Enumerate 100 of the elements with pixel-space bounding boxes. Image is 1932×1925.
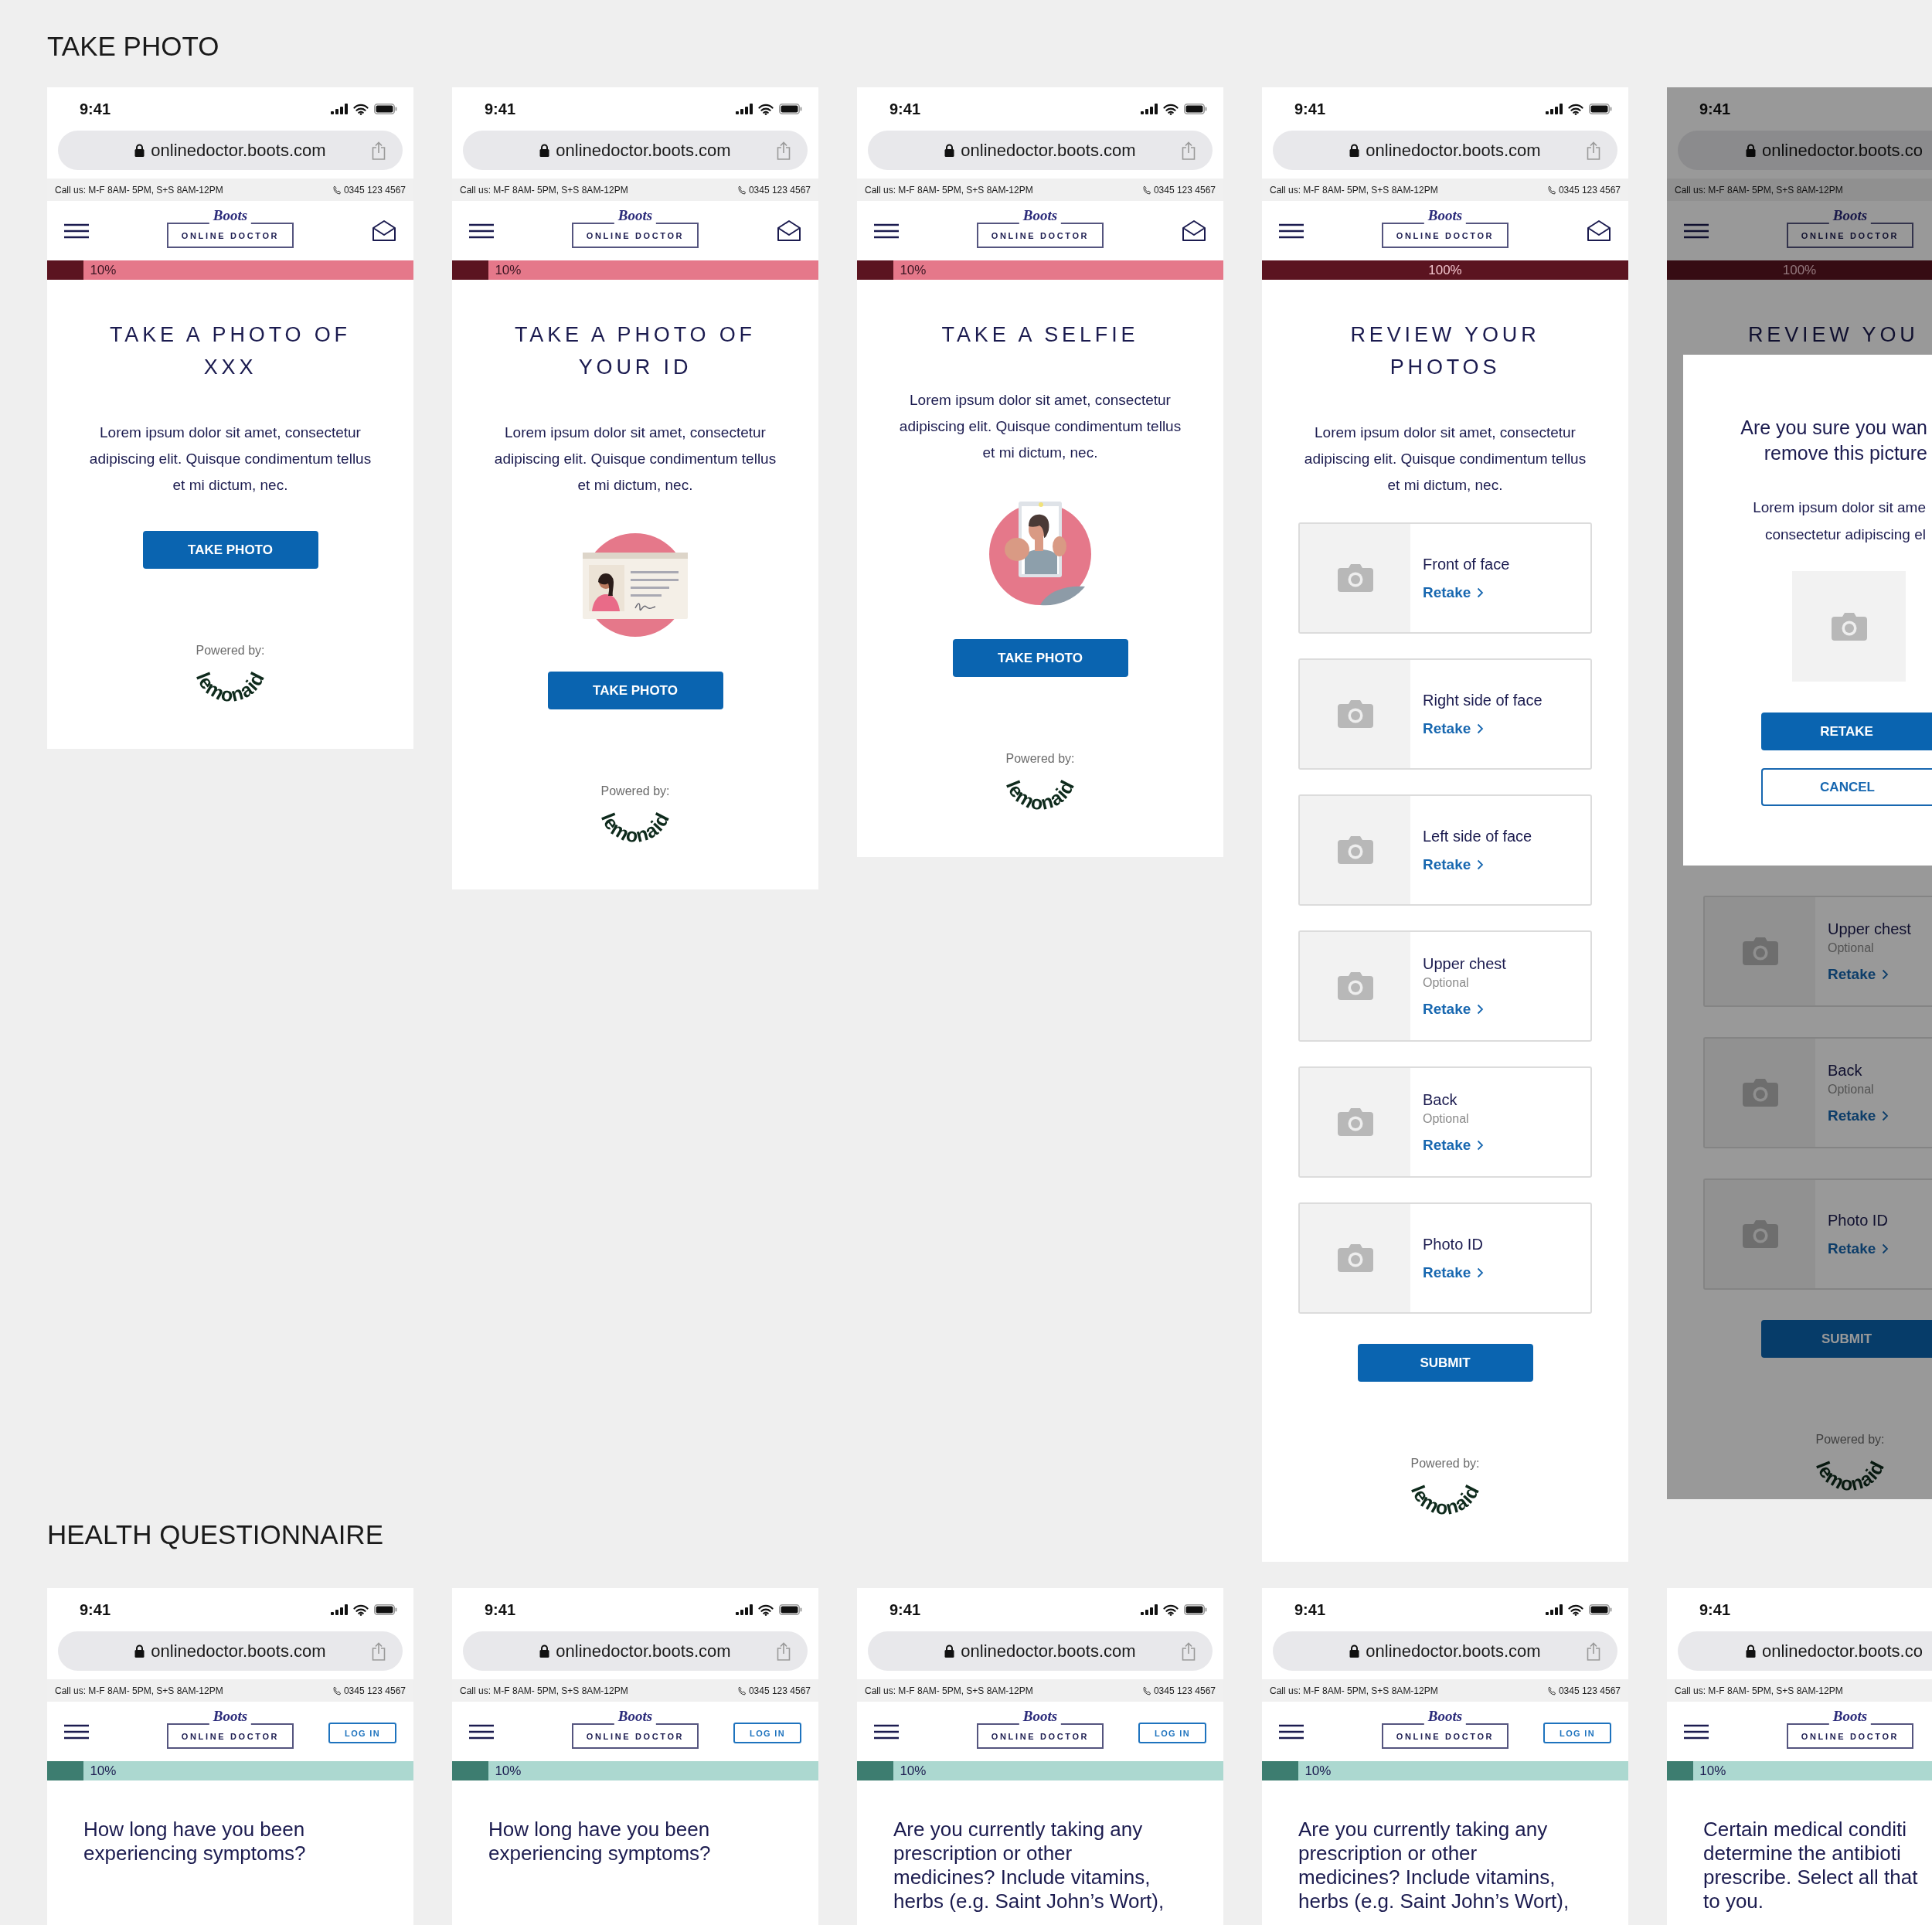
body-text: Lorem ipsum dolor sit amet, consectetur adipiscing elit. Quisque condimentum tellus et mi dictum, nec. bbox=[88, 423, 372, 495]
phone-number: 0345 123 4567 bbox=[748, 184, 811, 196]
signal-icon bbox=[1546, 1604, 1563, 1615]
logo-badge: ONLINE DOCTOR bbox=[1787, 223, 1913, 248]
battery-icon bbox=[1184, 104, 1207, 114]
envelope-icon[interactable] bbox=[1587, 219, 1611, 243]
login-button[interactable]: LOG IN bbox=[328, 1723, 396, 1743]
battery-icon bbox=[1184, 1604, 1207, 1615]
address-bar[interactable]: onlinedoctor.boots.com bbox=[463, 131, 808, 170]
camera-icon bbox=[1336, 971, 1374, 1001]
menu-icon[interactable] bbox=[1684, 1723, 1709, 1740]
login-button[interactable]: LOG IN bbox=[1138, 1723, 1206, 1743]
camera-icon bbox=[1830, 611, 1868, 641]
progress-label: 10% bbox=[89, 1763, 117, 1779]
retake-link[interactable]: Retake bbox=[1423, 1263, 1485, 1281]
menu-icon[interactable] bbox=[469, 223, 494, 239]
section-title: HEALTH QUESTIONNAIRE bbox=[47, 1519, 384, 1550]
logo-badge: ONLINE DOCTOR bbox=[1382, 223, 1509, 248]
camera-icon bbox=[1336, 1243, 1374, 1273]
screen-title: REVIEW YOU bbox=[1748, 322, 1919, 348]
address-bar[interactable]: onlinedoctor.boots.com bbox=[868, 1631, 1213, 1671]
photo-label: Photo ID bbox=[1423, 1235, 1483, 1253]
submit-button[interactable]: SUBMIT bbox=[1761, 1320, 1932, 1358]
retake-link[interactable]: Retake bbox=[1828, 1240, 1889, 1257]
retake-button[interactable]: RETAKE bbox=[1761, 713, 1932, 750]
lock-icon bbox=[1746, 144, 1756, 157]
camera-icon bbox=[1336, 1107, 1374, 1137]
login-button[interactable]: LOG IN bbox=[733, 1723, 801, 1743]
lock-icon bbox=[1746, 1644, 1756, 1658]
photo-label: Front of face bbox=[1423, 555, 1510, 573]
partner-wordmark: lemonaid bbox=[1811, 1457, 1889, 1495]
retake-link[interactable]: Retake bbox=[1828, 965, 1889, 983]
status-time: 9:41 bbox=[80, 100, 111, 118]
opening-hours: Call us: M-F 8AM- 5PM, S+S 8AM-12PM bbox=[460, 184, 628, 196]
retake-link[interactable]: Retake bbox=[1423, 583, 1485, 601]
powered-by-text: Powered by: bbox=[1410, 1457, 1480, 1471]
dialog-text: Lorem ipsum dolor sit ame consectetur adipiscing el bbox=[1752, 498, 1927, 544]
address-bar[interactable]: onlinedoctor.boots.com bbox=[868, 131, 1213, 170]
opening-hours: Call us: M-F 8AM- 5PM, S+S 8AM-12PM bbox=[55, 184, 223, 196]
phone-icon bbox=[332, 185, 341, 195]
envelope-icon[interactable] bbox=[777, 219, 801, 243]
progress-label: 100% bbox=[1782, 262, 1817, 278]
chevron-icon bbox=[1882, 1243, 1889, 1254]
chevron-icon bbox=[1477, 723, 1485, 734]
optional-note: Optional bbox=[1828, 1082, 1874, 1097]
progress-label: 10% bbox=[1304, 1763, 1332, 1779]
phone-icon bbox=[737, 1685, 746, 1695]
envelope-icon[interactable] bbox=[1182, 219, 1206, 243]
opening-hours: Call us: M-F 8AM- 5PM, S+S 8AM-12PM bbox=[55, 1685, 223, 1696]
partner-wordmark: lemonaid bbox=[192, 668, 269, 706]
address-bar[interactable]: onlinedoctor.boots.com bbox=[58, 1631, 403, 1671]
menu-icon[interactable] bbox=[1279, 1723, 1304, 1740]
optional-note: Optional bbox=[1423, 975, 1469, 990]
body-text: Lorem ipsum dolor sit amet, consectetur adipiscing elit. Quisque condimentum tellus et mi dictum, nec. bbox=[493, 423, 777, 495]
lock-icon bbox=[539, 144, 550, 157]
cancel-button[interactable]: CANCEL bbox=[1761, 768, 1932, 806]
envelope-icon[interactable] bbox=[372, 219, 396, 243]
address-bar[interactable]: onlinedoctor.boots.com bbox=[58, 131, 403, 170]
menu-icon[interactable] bbox=[874, 223, 899, 239]
retake-link[interactable]: Retake bbox=[1423, 719, 1485, 737]
address-bar[interactable]: onlinedoctor.boots.co bbox=[1678, 1631, 1932, 1671]
menu-icon[interactable] bbox=[874, 1723, 899, 1740]
optional-note: Optional bbox=[1423, 1111, 1469, 1126]
photo-label: Photo ID bbox=[1828, 1211, 1888, 1229]
login-button[interactable]: LOG IN bbox=[1543, 1723, 1611, 1743]
photo-label: Back bbox=[1828, 1061, 1862, 1080]
menu-icon[interactable] bbox=[1684, 223, 1709, 239]
menu-icon[interactable] bbox=[1279, 223, 1304, 239]
wifi-icon bbox=[1163, 103, 1179, 115]
menu-icon[interactable] bbox=[64, 1723, 89, 1740]
menu-icon[interactable] bbox=[64, 223, 89, 239]
take-photo-button[interactable]: TAKE PHOTO bbox=[142, 531, 318, 569]
address-bar[interactable]: onlinedoctor.boots.com bbox=[463, 1631, 808, 1671]
address-bar[interactable]: onlinedoctor.boots.com bbox=[1273, 131, 1617, 170]
signal-icon bbox=[736, 104, 753, 114]
chevron-icon bbox=[1477, 1003, 1485, 1015]
take-photo-button[interactable]: TAKE PHOTO bbox=[952, 639, 1128, 677]
question-text: Are you currently taking any prescription or other medicines? Include vitamins, herbs (e.g. Saint John’s Wort), bbox=[1298, 1818, 1570, 1913]
status-time: 9:41 bbox=[889, 100, 921, 118]
submit-button[interactable]: SUBMIT bbox=[1357, 1344, 1533, 1382]
lock-icon bbox=[1349, 144, 1360, 157]
lock-icon bbox=[1349, 1644, 1360, 1658]
phone-number: 0345 123 4567 bbox=[1153, 184, 1216, 196]
address-bar[interactable]: onlinedoctor.boots.com bbox=[1273, 1631, 1617, 1671]
partner-wordmark: lemonaid bbox=[597, 808, 674, 847]
phone-icon bbox=[737, 185, 746, 195]
address-bar[interactable]: onlinedoctor.boots.co bbox=[1678, 131, 1932, 170]
opening-hours: Call us: M-F 8AM- 5PM, S+S 8AM-12PM bbox=[460, 1685, 628, 1696]
retake-link[interactable]: Retake bbox=[1423, 855, 1485, 873]
menu-icon[interactable] bbox=[469, 1723, 494, 1740]
retake-link[interactable]: Retake bbox=[1828, 1107, 1889, 1124]
retake-link[interactable]: Retake bbox=[1423, 1136, 1485, 1154]
camera-icon bbox=[1336, 699, 1374, 729]
progress-label: 10% bbox=[494, 262, 522, 278]
phone-number: 0345 123 4567 bbox=[1558, 184, 1621, 196]
retake-link[interactable]: Retake bbox=[1423, 1000, 1485, 1018]
dialog-title: Are you sure you wan remove this picture bbox=[1740, 416, 1928, 465]
photo-label: Upper chest bbox=[1828, 920, 1911, 938]
take-photo-button[interactable]: TAKE PHOTO bbox=[547, 672, 723, 709]
body-text: Lorem ipsum dolor sit amet, consectetur adipiscing elit. Quisque condimentum tellus et mi dictum, nec. bbox=[1303, 423, 1587, 495]
